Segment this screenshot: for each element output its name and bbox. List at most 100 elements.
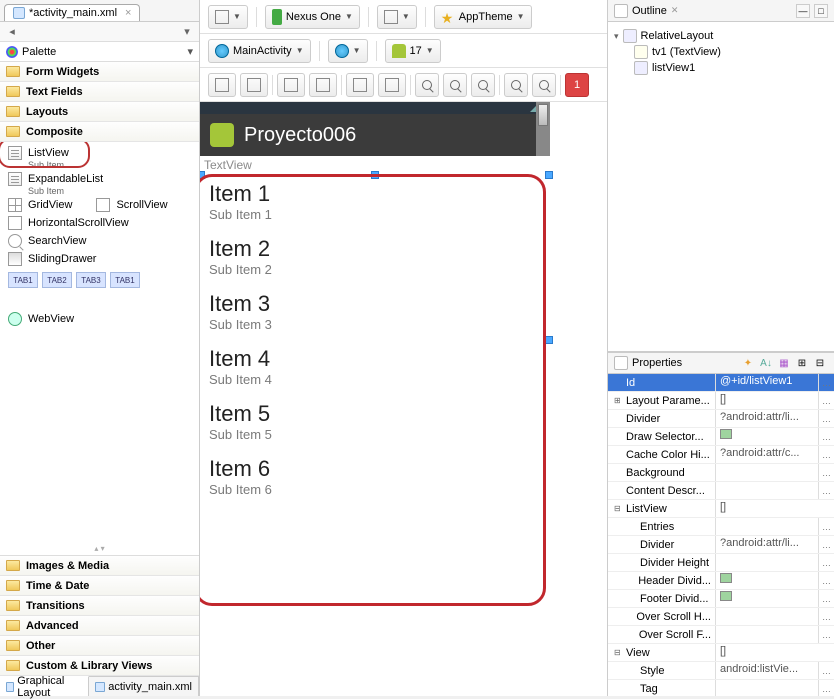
props-expand-icon[interactable]: ⊞	[794, 355, 810, 371]
locale-button[interactable]: ▼	[328, 39, 368, 63]
property-value[interactable]	[716, 428, 818, 445]
palette-folder[interactable]: Form Widgets	[0, 62, 199, 82]
palette-item[interactable]: HorizontalScrollView	[0, 214, 199, 232]
property-edit-button[interactable]: …	[818, 374, 834, 391]
zoom-fit-button[interactable]	[415, 73, 439, 97]
zoom-reset-button[interactable]	[443, 73, 467, 97]
property-row[interactable]: ⊟ListView[]	[608, 500, 834, 518]
palette-dropdown-icon[interactable]: ▾	[187, 45, 193, 58]
property-row[interactable]: Over Scroll H...…	[608, 608, 834, 626]
property-row[interactable]: Styleandroid:listVie...…	[608, 662, 834, 680]
view-mode-1[interactable]	[277, 73, 305, 97]
property-row[interactable]: Header Divid...…	[608, 572, 834, 590]
property-row[interactable]: Entries…	[608, 518, 834, 536]
config-dropdown-button[interactable]: ▼	[208, 5, 248, 29]
outline-tv1[interactable]: tv1 (TextView)	[614, 44, 828, 60]
device-selector-button[interactable]: Nexus One▼	[265, 5, 360, 29]
property-row[interactable]: Draw Selector...…	[608, 428, 834, 446]
lint-warnings-button[interactable]: 1	[565, 73, 589, 97]
zoom-in-button[interactable]	[532, 73, 556, 97]
property-value[interactable]	[716, 608, 818, 625]
property-edit-button[interactable]: …	[818, 554, 834, 571]
property-value[interactable]: @+id/listView1	[716, 374, 818, 391]
props-collapse-icon[interactable]: ⊟	[812, 355, 828, 371]
property-row[interactable]: Content Descr...…	[608, 482, 834, 500]
palette-folder[interactable]: Time & Date	[0, 576, 199, 596]
theme-selector-button[interactable]: AppTheme▼	[434, 5, 532, 29]
palette-item-webview[interactable]: WebView	[0, 310, 199, 328]
palette-folder[interactable]: Transitions	[0, 596, 199, 616]
property-value[interactable]	[716, 464, 818, 481]
list-item[interactable]: Item 3Sub Item 3	[201, 285, 549, 340]
property-edit-button[interactable]: …	[818, 626, 834, 643]
palette-folder[interactable]: Custom & Library Views	[0, 656, 199, 676]
property-value[interactable]	[716, 590, 818, 607]
mini-tab[interactable]: TAB1	[8, 272, 38, 288]
property-edit-button[interactable]: …	[818, 536, 834, 553]
property-value[interactable]: []	[716, 392, 818, 409]
property-edit-button[interactable]: …	[818, 662, 834, 679]
selection-handle[interactable]	[545, 336, 553, 344]
property-value[interactable]	[716, 626, 818, 643]
palette-folder[interactable]: Composite	[0, 122, 199, 142]
ruler-knob[interactable]	[538, 104, 548, 126]
property-value[interactable]: []	[716, 500, 834, 517]
property-value[interactable]: ?android:attr/c...	[716, 446, 818, 463]
layout-toggle-1[interactable]	[208, 73, 236, 97]
property-row[interactable]: Over Scroll F...…	[608, 626, 834, 644]
palette-header[interactable]: Palette ▾	[0, 42, 199, 62]
property-row[interactable]: ⊟View[]	[608, 644, 834, 662]
property-row[interactable]: Cache Color Hi...?android:attr/c...…	[608, 446, 834, 464]
tab-graphical-layout[interactable]: Graphical Layout	[0, 676, 89, 696]
props-filter-icon[interactable]: ✦	[740, 355, 756, 371]
property-value[interactable]: ?android:attr/li...	[716, 410, 818, 427]
property-edit-button[interactable]: …	[818, 590, 834, 607]
property-row[interactable]: Divider Height…	[608, 554, 834, 572]
property-value[interactable]	[716, 518, 818, 535]
selection-handle[interactable]	[545, 171, 553, 179]
property-value[interactable]: []	[716, 644, 834, 661]
listview-listview1[interactable]: Item 1Sub Item 1Item 2Sub Item 2Item 3Su…	[200, 174, 550, 506]
layer-1[interactable]	[346, 73, 374, 97]
tab-source-xml[interactable]: activity_main.xml	[89, 677, 199, 696]
activity-selector-button[interactable]: MainActivity▼	[208, 39, 311, 63]
property-edit-button[interactable]: …	[818, 608, 834, 625]
palette-item[interactable]: SearchView	[0, 232, 199, 250]
property-row[interactable]: Footer Divid...…	[608, 590, 834, 608]
list-item[interactable]: Item 6Sub Item 6	[201, 450, 549, 505]
tree-expand-icon[interactable]: ▾	[614, 31, 619, 42]
layout-toggle-2[interactable]	[240, 73, 268, 97]
property-value[interactable]	[716, 554, 818, 571]
selection-handle[interactable]	[200, 171, 205, 179]
property-edit-button[interactable]: …	[818, 464, 834, 481]
list-item[interactable]: Item 1Sub Item 1	[201, 175, 549, 230]
maximize-view-icon[interactable]: □	[814, 4, 828, 18]
view-mode-2[interactable]	[309, 73, 337, 97]
property-row[interactable]: ⊞Layout Parame...[]…	[608, 392, 834, 410]
property-row[interactable]: Divider?android:attr/li...…	[608, 410, 834, 428]
property-row[interactable]: Divider?android:attr/li...…	[608, 536, 834, 554]
list-item[interactable]: Item 5Sub Item 5	[201, 395, 549, 450]
property-edit-button[interactable]: …	[818, 518, 834, 535]
api-selector-button[interactable]: 17▼	[385, 39, 441, 63]
list-item[interactable]: Item 2Sub Item 2	[201, 230, 549, 285]
props-group-icon[interactable]: ▦	[776, 355, 792, 371]
mini-tab[interactable]: TAB3	[76, 272, 106, 288]
orientation-button[interactable]: ▼	[377, 5, 417, 29]
palette-folder[interactable]: Images & Media	[0, 556, 199, 576]
zoom-out-button[interactable]	[504, 73, 528, 97]
zoom-100-button[interactable]	[471, 73, 495, 97]
palette-item[interactable]: SlidingDrawer	[0, 250, 199, 268]
property-edit-button[interactable]: …	[818, 410, 834, 427]
palette-folder[interactable]: Other	[0, 636, 199, 656]
property-value[interactable]: ?android:attr/li...	[716, 536, 818, 553]
close-tab-icon[interactable]: ×	[125, 7, 131, 19]
property-edit-button[interactable]: …	[818, 428, 834, 445]
palette-folder[interactable]: Advanced	[0, 616, 199, 636]
outline-listview1[interactable]: listView1	[614, 60, 828, 76]
nav-back-icon[interactable]: ◂	[4, 24, 20, 40]
property-edit-button[interactable]: …	[818, 446, 834, 463]
property-row[interactable]: Background…	[608, 464, 834, 482]
property-value[interactable]	[716, 680, 818, 696]
reorder-handle[interactable]: ▴ ▾	[0, 542, 199, 555]
